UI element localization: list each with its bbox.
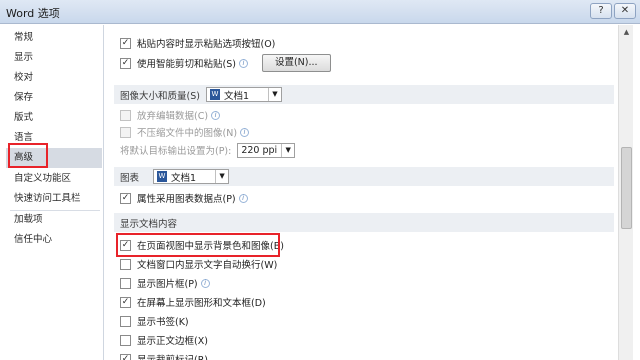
sidebar-item-save[interactable]: 保存 [6, 88, 102, 108]
checkbox[interactable] [120, 277, 131, 289]
chart-document-select[interactable]: W 文档1 ▼ [153, 169, 230, 184]
checkbox[interactable] [120, 258, 131, 270]
options-sidebar: 常规 显示 校对 保存 版式 语言 高级 自定义功能区 快速访问工具栏 加载项 … [6, 25, 104, 360]
section-display-content: 显示文档内容 [114, 213, 614, 232]
close-button[interactable]: ✕ [614, 3, 636, 19]
info-icon: i [211, 110, 221, 120]
sidebar-item-quick-access[interactable]: 快速访问工具栏 [6, 189, 102, 209]
checkbox[interactable]: ✓ [120, 57, 131, 69]
option-label: 属性采用图表数据点(P) [137, 194, 236, 205]
section-title: 图像大小和质量(S) [120, 90, 200, 102]
section-image-quality: 图像大小和质量(S) W 文档1 ▼ [114, 85, 614, 104]
option-label: 显示裁剪标记(R) [137, 352, 208, 360]
help-button[interactable]: ? [590, 3, 612, 19]
option-show-bookmarks[interactable]: 显示书签(K) [120, 312, 189, 330]
ppi-select[interactable]: 220 ppi ▼ [237, 142, 296, 158]
chevron-down-icon: ▼ [267, 88, 281, 101]
option-no-compress[interactable]: 不压缩文件中的图像(N) i [120, 123, 250, 141]
checkbox[interactable] [120, 334, 131, 346]
option-wrap-text[interactable]: 文档窗口内显示文字自动换行(W) [120, 255, 277, 273]
sidebar-item-layout[interactable]: 版式 [6, 108, 102, 128]
checkbox[interactable] [120, 315, 131, 327]
option-label: 文档窗口内显示文字自动换行(W) [137, 260, 278, 271]
option-label: 粘贴内容时显示粘贴选项按钮(O) [137, 39, 276, 50]
scroll-thumb[interactable] [621, 147, 632, 229]
select-value: 220 ppi [241, 144, 278, 156]
option-picture-placeholders[interactable]: 显示图片框(P) i [120, 274, 210, 292]
title-bar: Word 选项 ? ✕ [0, 0, 640, 24]
sidebar-item-display[interactable]: 显示 [6, 48, 102, 68]
option-text-boundaries[interactable]: 显示正文边框(X) [120, 331, 208, 349]
option-label: 显示书签(K) [137, 317, 189, 328]
option-label: 显示正文边框(X) [137, 336, 208, 347]
chevron-down-icon: ▼ [215, 170, 228, 183]
option-label: 在屏幕上显示图形和文本框(D) [137, 298, 266, 309]
sidebar-item-general[interactable]: 常规 [6, 28, 102, 48]
info-icon: i [238, 193, 248, 203]
option-smart-cut-paste[interactable]: ✓ 使用智能剪切和粘贴(S) i 设置(N)... [120, 54, 331, 72]
option-show-paste-options[interactable]: ✓ 粘贴内容时显示粘贴选项按钮(O) [120, 34, 275, 52]
option-label: 显示图片框(P) [137, 279, 198, 290]
checkbox[interactable] [120, 109, 131, 121]
sidebar-item-proofing[interactable]: 校对 [6, 68, 102, 88]
word-document-icon: W [209, 89, 220, 100]
info-icon: i [200, 278, 210, 288]
checkbox[interactable] [120, 126, 131, 138]
section-title: 图表 [120, 172, 140, 184]
checkbox[interactable]: ✓ [120, 37, 131, 49]
word-document-icon: W [157, 171, 168, 182]
image-quality-document-select[interactable]: W 文档1 ▼ [205, 87, 282, 102]
select-value: 文档1 [223, 90, 249, 102]
sidebar-item-trust-center[interactable]: 信任中心 [6, 230, 102, 250]
option-properties-follow[interactable]: ✓ 属性采用图表数据点(P) i [120, 189, 248, 207]
checkbox[interactable]: ✓ [120, 192, 131, 204]
option-label: 使用智能剪切和粘贴(S) [137, 59, 236, 70]
options-content: ✓ 粘贴内容时显示粘贴选项按钮(O) ✓ 使用智能剪切和粘贴(S) i 设置(N… [106, 25, 618, 360]
select-value: 文档1 [171, 172, 197, 184]
highlight-background-option [116, 233, 280, 257]
chevron-down-icon: ▼ [281, 143, 294, 157]
option-show-drawings[interactable]: ✓ 在屏幕上显示图形和文本框(D) [120, 293, 266, 311]
option-label: 放弃编辑数据(C) [137, 111, 209, 122]
option-label: 不压缩文件中的图像(N) [137, 128, 238, 139]
window-title: Word 选项 [6, 7, 60, 20]
sidebar-item-customize-ribbon[interactable]: 自定义功能区 [6, 169, 102, 189]
checkbox[interactable]: ✓ [120, 353, 131, 360]
settings-button[interactable]: 设置(N)... [261, 54, 331, 72]
section-title: 显示文档内容 [120, 218, 178, 230]
section-chart: 图表 W 文档1 ▼ [114, 167, 614, 186]
checkbox[interactable]: ✓ [120, 296, 131, 308]
option-label: 将默认目标输出设置为(P): [120, 146, 232, 157]
info-icon: i [240, 127, 250, 137]
info-icon: i [238, 58, 248, 68]
option-crop-marks[interactable]: ✓ 显示裁剪标记(R) [120, 350, 208, 360]
highlight-advanced [8, 143, 48, 168]
vertical-scrollbar[interactable]: ▲ [618, 25, 633, 360]
scroll-up-icon[interactable]: ▲ [619, 25, 634, 39]
sidebar-item-addins[interactable]: 加载项 [6, 210, 102, 230]
option-default-output: 将默认目标输出设置为(P): 220 ppi ▼ [120, 141, 296, 159]
option-discard-edit-data[interactable]: 放弃编辑数据(C) i [120, 106, 221, 124]
